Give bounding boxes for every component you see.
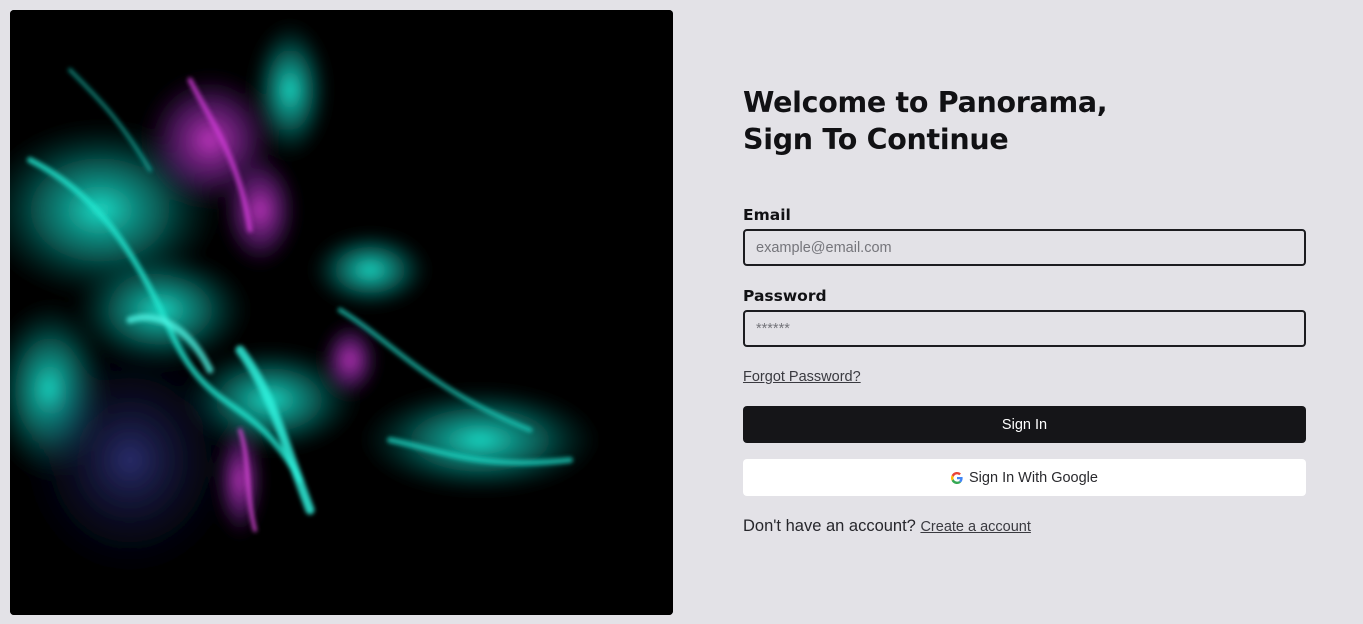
- create-account-link[interactable]: Create a account: [920, 519, 1030, 535]
- forgot-password-link[interactable]: Forgot Password?: [743, 369, 861, 386]
- google-sign-in-button[interactable]: Sign In With Google: [743, 459, 1306, 496]
- password-field[interactable]: [743, 310, 1306, 347]
- sign-in-label: Sign In: [1001, 416, 1048, 433]
- page-title: Welcome to Panorama, Sign To Continue: [743, 84, 1306, 158]
- title-line-1: Welcome to Panorama,: [743, 86, 1108, 119]
- password-label: Password: [743, 287, 827, 305]
- hero-image: [10, 10, 673, 615]
- login-form: Welcome to Panorama, Sign To Continue Em…: [743, 84, 1306, 537]
- google-sign-in-label: Sign In With Google: [969, 469, 1098, 486]
- sign-in-button[interactable]: Sign In: [743, 406, 1306, 443]
- email-field[interactable]: [743, 229, 1306, 266]
- email-label: Email: [743, 206, 791, 224]
- signup-text: Don't have an account?: [743, 517, 916, 535]
- google-g-icon: [951, 471, 963, 484]
- title-line-2: Sign To Continue: [743, 123, 1009, 156]
- login-page: Welcome to Panorama, Sign To Continue Em…: [0, 0, 1363, 624]
- signup-prompt: Don't have an account? Create a account: [743, 516, 1306, 537]
